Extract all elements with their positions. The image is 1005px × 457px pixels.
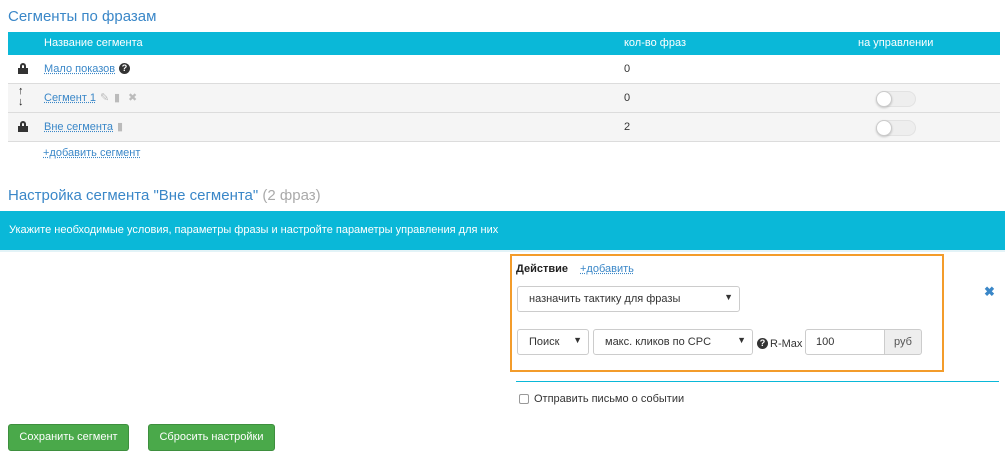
add-segment-link[interactable]: +добавить сегмент (43, 147, 140, 159)
segments-title: Сегменты по фразам (8, 8, 157, 25)
lock-icon (18, 63, 28, 74)
rmax-label: R-Max (770, 338, 803, 350)
column-header-managed: на управлении (858, 37, 934, 49)
strategy-select[interactable]: макс. кликов по CPC ▼ (593, 329, 753, 355)
settings-title-count: (2 фраз) (262, 187, 321, 204)
copy-icon[interactable]: ▮ (117, 120, 123, 133)
segment-link-outside[interactable]: Вне сегмента (44, 121, 113, 133)
strategy-select-value: макс. кликов по CPC (605, 336, 712, 348)
close-icon[interactable]: ✖ (984, 284, 995, 300)
banner-divider (0, 250, 1005, 252)
segment-count: 0 (624, 63, 631, 75)
add-action-link[interactable]: +добавить (580, 263, 634, 275)
notify-checkbox[interactable] (519, 394, 529, 405)
caret-down-icon: ▼ (724, 292, 733, 302)
managed-toggle[interactable] (876, 120, 916, 136)
table-row: Вне сегмента ▮ 2 (8, 113, 1000, 142)
caret-down-icon: ▼ (737, 335, 746, 345)
notify-row: Отправить письмо о событии (519, 393, 684, 405)
segment-count: 2 (624, 121, 631, 133)
segment-settings-title: Настройка сегмента "Вне сегмента" (2 фра… (8, 187, 321, 204)
segments-table-header: Название сегмента кол-во фраз на управле… (8, 32, 1000, 55)
action-title: Действие (516, 263, 568, 275)
segments-table: Название сегмента кол-во фраз на управле… (8, 32, 1000, 142)
caret-down-icon: ▼ (573, 335, 582, 345)
action-panel: Действие +добавить назначить тактику для… (510, 254, 944, 372)
column-header-count: кол-во фраз (624, 37, 686, 49)
segment-link-segment-1[interactable]: Сегмент 1 (44, 92, 96, 104)
tactic-select[interactable]: назначить тактику для фразы ▼ (517, 286, 740, 312)
table-row: Мало показов ? 0 (8, 55, 1000, 84)
reset-settings-button[interactable]: Сбросить настройки (148, 424, 275, 451)
action-divider (516, 381, 999, 382)
copy-icon[interactable]: ▮ (114, 91, 120, 104)
column-header-name: Название сегмента (44, 37, 143, 49)
network-select[interactable]: Поиск ▼ (517, 329, 589, 355)
segment-link-low-impressions[interactable]: Мало показов (44, 63, 115, 75)
table-row: ↑ ↓ Сегмент 1 ✎ ▮ ✖ 0 (8, 84, 1000, 113)
delete-icon[interactable]: ✖ (128, 91, 137, 104)
rmax-input[interactable] (805, 329, 885, 355)
instructions-banner: Укажите необходимые условия, параметры ф… (0, 211, 1005, 250)
notify-label: Отправить письмо о событии (534, 393, 685, 405)
network-select-value: Поиск (529, 336, 560, 348)
help-icon[interactable]: ? (119, 63, 130, 74)
sort-arrows-icon[interactable]: ↑ ↓ (18, 86, 24, 108)
tactic-select-value: назначить тактику для фразы (529, 293, 681, 305)
help-icon[interactable]: ? (757, 338, 768, 349)
lock-icon (18, 121, 28, 132)
banner-text: Укажите необходимые условия, параметры ф… (9, 224, 499, 236)
save-segment-button[interactable]: Сохранить сегмент (8, 424, 129, 451)
settings-title-text: Настройка сегмента "Вне сегмента" (8, 187, 259, 204)
managed-toggle[interactable] (876, 91, 916, 107)
pencil-icon[interactable]: ✎ (100, 91, 109, 104)
rmax-unit: руб (884, 329, 922, 355)
segment-count: 0 (624, 92, 631, 104)
